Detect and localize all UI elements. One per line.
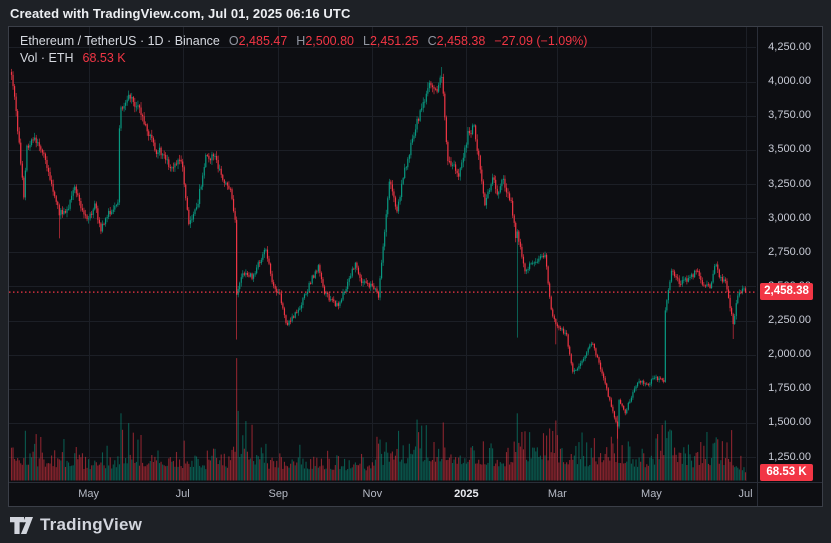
volume-row: Vol · ETH 68.53 K: [20, 50, 587, 67]
ohlc-open: O2,485.47: [229, 33, 287, 50]
ohlc-close: C2,458.38: [428, 33, 486, 50]
price-axis-tick: 2,750.00: [768, 246, 811, 259]
candlestick-chart-canvas[interactable]: [9, 27, 822, 506]
price-axis-tick: 3,750.00: [768, 109, 811, 122]
attribution-text: Created with TradingView.com, Jul 01, 20…: [10, 6, 350, 21]
price-axis-tick: 1,250.00: [768, 451, 811, 464]
tradingview-brand-text: TradingView: [40, 515, 142, 535]
price-axis-tick: 4,000.00: [768, 75, 811, 88]
price-axis-tick: 3,000.00: [768, 212, 811, 225]
time-axis-tick: 2025: [454, 488, 478, 500]
last-price-badge: 2,458.38: [760, 283, 813, 300]
time-axis-tick: May: [641, 488, 662, 500]
volume-value: 68.53 K: [83, 50, 126, 67]
ohlc-low: L2,451.25: [363, 33, 419, 50]
ohlc-high: H2,500.80: [296, 33, 354, 50]
chart-frame: Ethereum / TetherUS · 1D · Binance O2,48…: [8, 26, 823, 507]
change-value: −27.09 (−1.09%): [494, 33, 587, 50]
time-axis-tick: May: [78, 488, 99, 500]
price-axis-tick: 1,750.00: [768, 382, 811, 395]
time-axis-tick: Mar: [548, 488, 567, 500]
price-axis-tick: 2,000.00: [768, 348, 811, 361]
tradingview-attribution[interactable]: TradingView: [10, 511, 142, 539]
price-axis-tick: 2,250.00: [768, 314, 811, 327]
time-axis[interactable]: May Jul Sep Nov 2025 Mar May Jul: [9, 482, 822, 507]
time-axis-tick: Nov: [363, 488, 383, 500]
symbol-row: Ethereum / TetherUS · 1D · Binance O2,48…: [20, 33, 587, 50]
price-axis-tick: 1,500.00: [768, 416, 811, 429]
symbol-title: Ethereum / TetherUS · 1D · Binance: [20, 33, 220, 50]
price-axis-tick: 3,250.00: [768, 178, 811, 191]
tradingview-logo-icon: [10, 516, 33, 535]
volume-label: Vol · ETH: [20, 50, 74, 67]
price-axis[interactable]: 2,458.38 68.53 K 4,250.00 4,000.00 3,750.0…: [757, 27, 823, 506]
time-axis-tick: Jul: [738, 488, 752, 500]
price-axis-tick: 3,500.00: [768, 143, 811, 156]
time-axis-tick: Sep: [268, 488, 288, 500]
attribution-bar: Created with TradingView.com, Jul 01, 20…: [10, 0, 350, 26]
volume-badge: 68.53 K: [760, 464, 813, 481]
price-axis-tick: 4,250.00: [768, 41, 811, 54]
time-axis-tick: Jul: [176, 488, 190, 500]
chart-legend: Ethereum / TetherUS · 1D · Binance O2,48…: [20, 33, 587, 67]
